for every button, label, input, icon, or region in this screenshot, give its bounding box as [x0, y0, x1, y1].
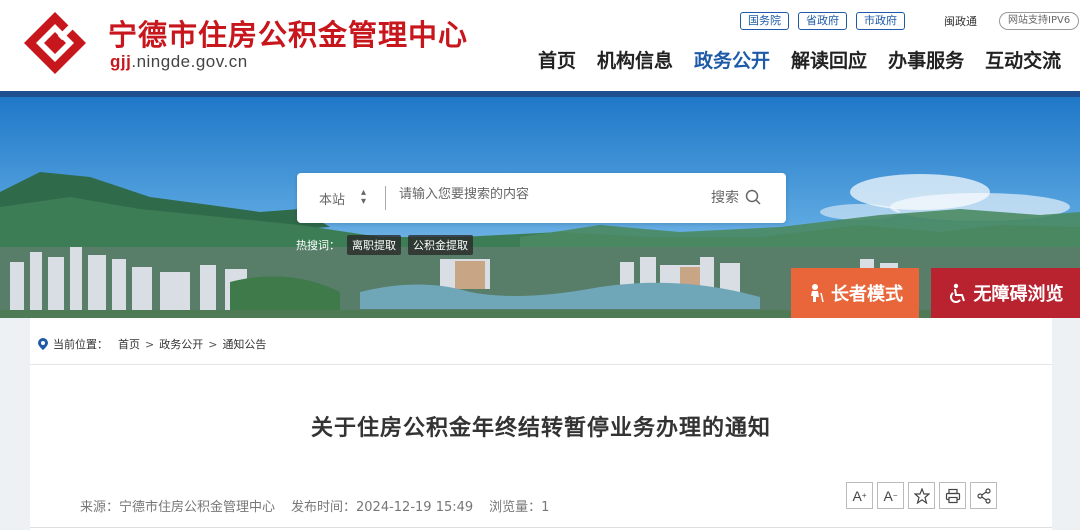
article-views: 浏览量：1	[489, 500, 550, 515]
minzhengtong-link[interactable]: 闽政通	[944, 13, 977, 29]
print-button[interactable]	[939, 482, 966, 509]
nav-institution[interactable]: 机构信息	[597, 46, 673, 73]
hot-search-label: 热搜词：	[296, 239, 340, 252]
article-meta: 来源：宁德市住房公积金管理中心 发布时间：2024-12-19 15:49 浏览…	[80, 496, 549, 515]
elder-mode-label: 长者模式	[831, 284, 903, 305]
barrier-free-label: 无障碍浏览	[973, 284, 1064, 305]
nav-home[interactable]: 首页	[538, 46, 576, 73]
top-links: 国务院 省政府 市政府	[740, 12, 905, 32]
search-button[interactable]: 搜索	[711, 187, 761, 207]
breadcrumb-label: 当前位置：	[53, 338, 108, 351]
article-source: 来源：宁德市住房公积金管理中心	[80, 500, 276, 515]
breadcrumb: 当前位置： 首页 > 政务公开 > 通知公告	[38, 336, 266, 352]
breadcrumb-notices[interactable]: 通知公告	[222, 336, 266, 352]
ipv6-badge: 网站支持IPV6	[999, 12, 1080, 30]
link-provincial-gov[interactable]: 省政府	[798, 12, 847, 30]
breadcrumb-gov-affairs[interactable]: 政务公开	[159, 336, 203, 352]
search-icon	[745, 189, 761, 205]
wheelchair-icon	[949, 283, 965, 303]
search-button-label: 搜索	[711, 190, 739, 206]
article-tools: A + A −	[846, 482, 997, 509]
article-publish-time: 发布时间：2024-12-19 15:49	[291, 500, 474, 515]
barrier-free-button[interactable]: 无障碍浏览	[931, 268, 1080, 318]
nav-interaction[interactable]: 互动交流	[985, 46, 1061, 73]
search-scope-select[interactable]: 本站	[319, 189, 345, 208]
hot-search: 热搜词： 离职提取 公积金提取	[296, 235, 473, 255]
font-increase-button[interactable]: A +	[846, 482, 873, 509]
search-input[interactable]	[399, 187, 699, 202]
hot-tag-fund-withdraw[interactable]: 公积金提取	[408, 235, 473, 255]
link-state-council[interactable]: 国务院	[740, 12, 789, 30]
meta-divider	[30, 527, 1052, 528]
nav-services[interactable]: 办事服务	[888, 46, 964, 73]
breadcrumb-separator: >	[145, 337, 155, 351]
article-panel: 当前位置： 首页 > 政务公开 > 通知公告 关于住房公积金年终结转暂停业务办理…	[30, 318, 1052, 530]
site-url: gjj.ningde.gov.cn	[110, 52, 248, 71]
search-box: 本站 ▴▾ 搜索	[297, 173, 786, 223]
link-city-gov[interactable]: 市政府	[856, 12, 905, 30]
elder-mode-button[interactable]: 长者模式	[791, 268, 919, 318]
breadcrumb-divider	[30, 364, 1052, 365]
share-button[interactable]	[970, 482, 997, 509]
print-icon	[945, 488, 960, 503]
site-name[interactable]: 宁德市住房公积金管理中心	[108, 12, 468, 54]
star-icon	[913, 487, 930, 504]
share-icon	[976, 487, 991, 504]
nav-interpretation[interactable]: 解读回应	[791, 46, 867, 73]
breadcrumb-home[interactable]: 首页	[118, 336, 140, 352]
chevron-updown-icon[interactable]: ▴ ▾	[361, 188, 366, 207]
site-header: 宁德市住房公积金管理中心 gjj.ningde.gov.cn 国务院 省政府 市…	[0, 0, 1080, 92]
font-decrease-button[interactable]: A −	[877, 482, 904, 509]
nav-gov-affairs[interactable]: 政务公开	[694, 46, 770, 73]
elder-icon	[811, 284, 824, 303]
search-divider	[385, 186, 386, 210]
article-title: 关于住房公积金年终结转暂停业务办理的通知	[310, 416, 771, 441]
main-nav: 首页 机构信息 政务公开 解读回应 办事服务 互动交流	[538, 46, 1080, 73]
hot-tag-resign-withdraw[interactable]: 离职提取	[347, 235, 401, 255]
location-pin-icon	[38, 338, 48, 350]
breadcrumb-separator: >	[208, 337, 218, 351]
favorite-button[interactable]	[908, 482, 935, 509]
site-logo-icon[interactable]	[22, 10, 88, 76]
